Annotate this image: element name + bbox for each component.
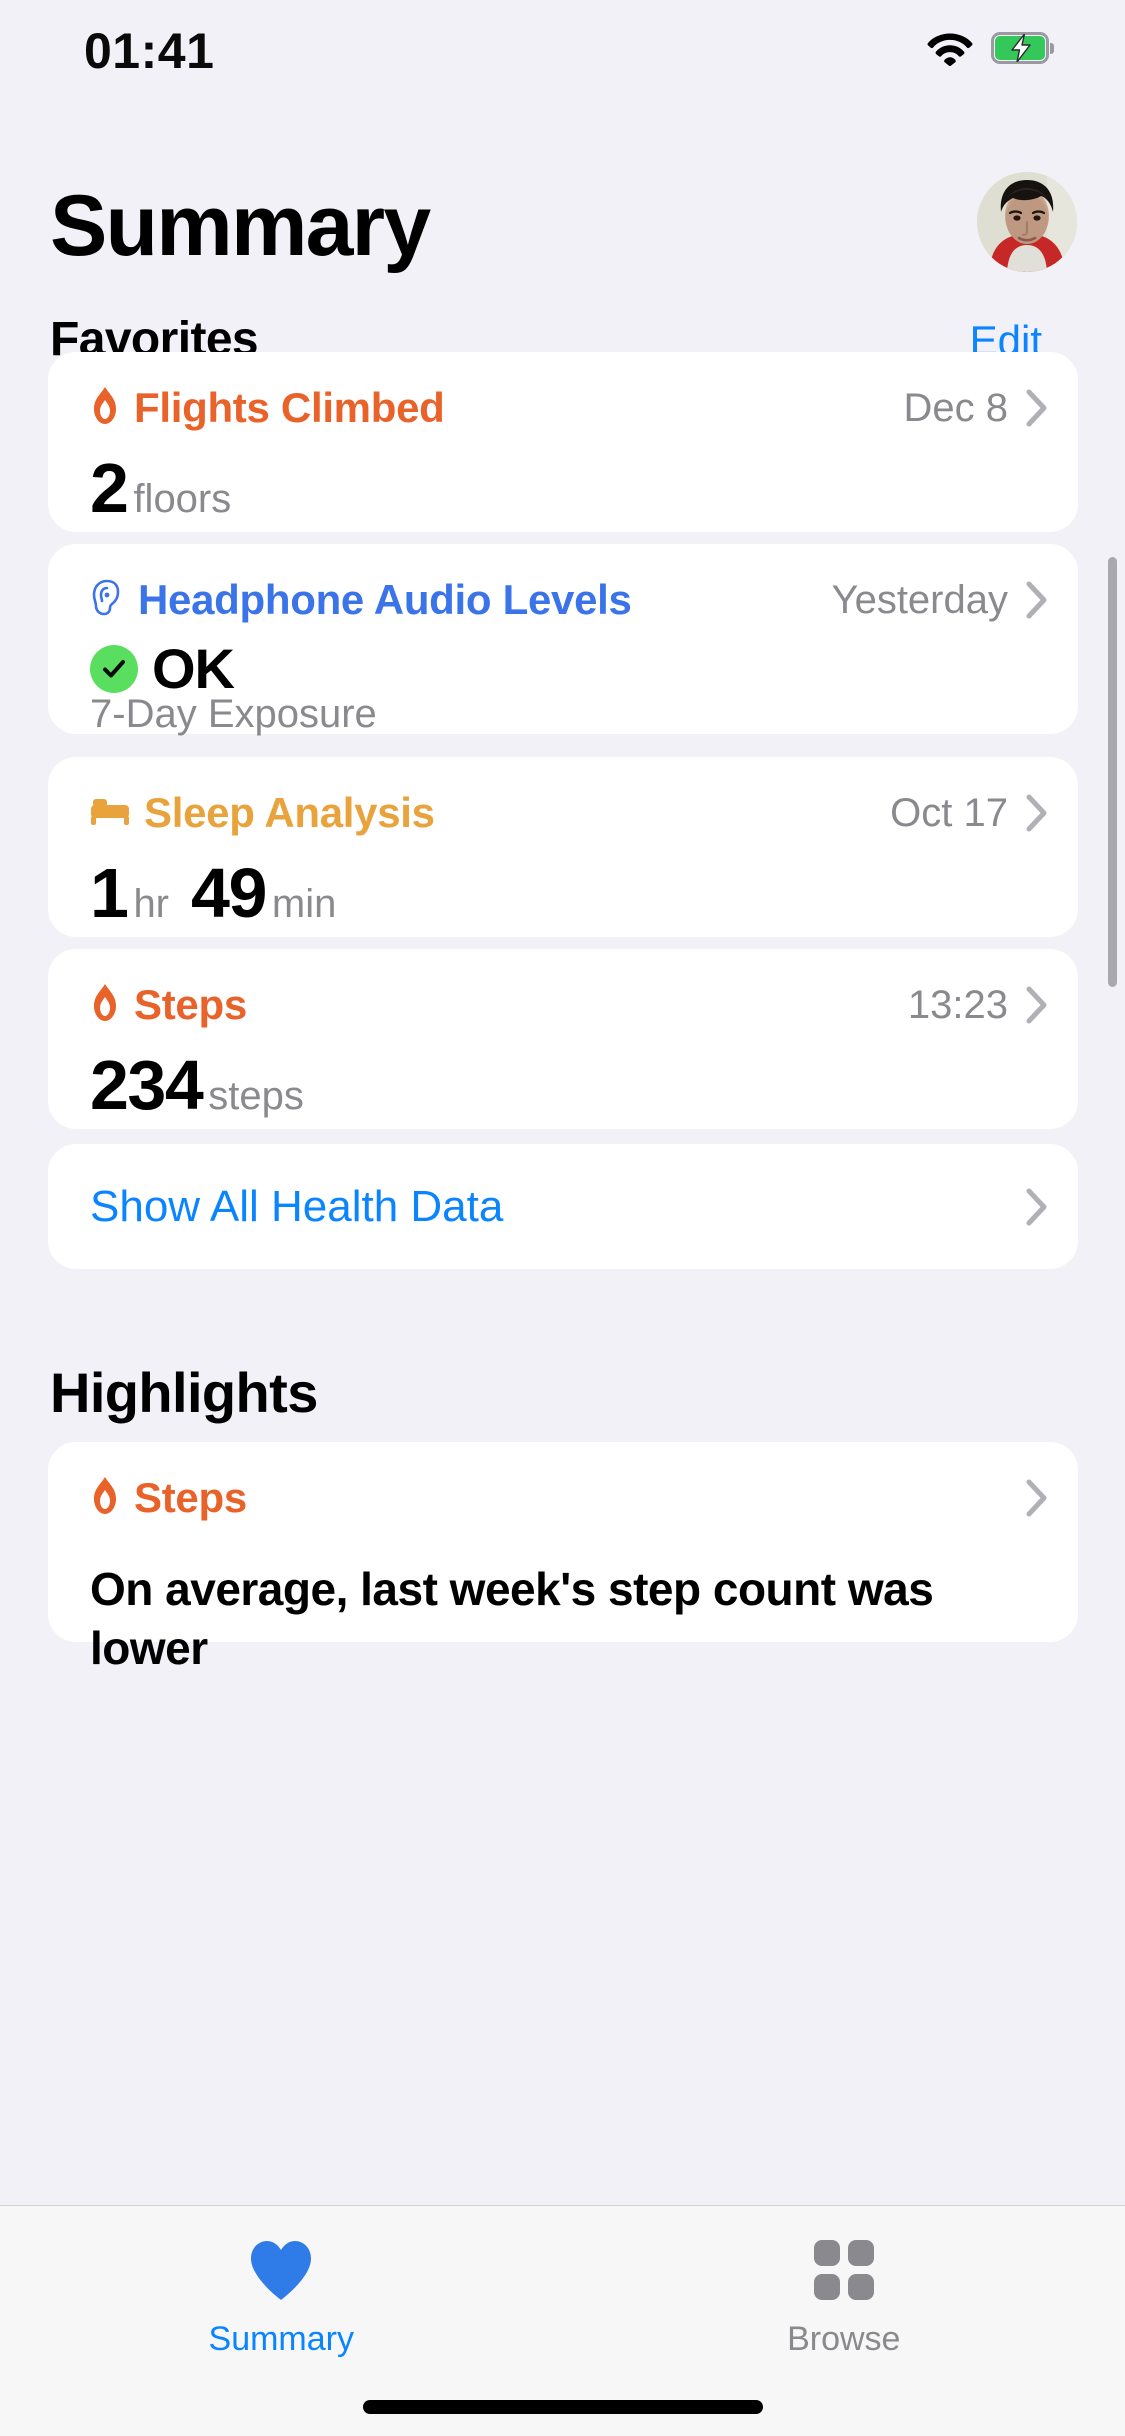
checkmark-circle-icon: [90, 644, 138, 693]
highlight-card-steps[interactable]: Steps On average, last week's step count…: [48, 1442, 1078, 1674]
battery-charging-icon: [991, 32, 1054, 64]
metric-unit-minutes: min: [271, 882, 337, 926]
wifi-icon: [927, 30, 973, 66]
highlights-section-header: Highlights: [50, 1360, 1075, 1425]
card-title: Headphone Audio Levels: [138, 576, 632, 623]
tab-bar: Summary Browse: [0, 2205, 1125, 2436]
card-meta: 13:23: [908, 983, 1048, 1028]
tab-browse[interactable]: Browse: [563, 2234, 1125, 2359]
profile-avatar[interactable]: [977, 172, 1077, 272]
metric-value-minutes: 49: [191, 854, 267, 932]
card-meta: Dec 8: [904, 386, 1049, 431]
chevron-right-icon: [1026, 986, 1047, 1024]
chevron-right-icon: [1026, 1188, 1047, 1225]
card-header: Steps: [90, 1474, 1048, 1522]
metric-unit: steps: [208, 1074, 304, 1118]
flame-icon: [90, 1476, 120, 1521]
headphone-subtitle: 7-Day Exposure: [90, 692, 377, 736]
favorite-card-steps[interactable]: Steps 13:23 234 steps: [48, 949, 1078, 1129]
card-metric: 1 hr 49 min: [90, 853, 336, 933]
card-metric: 2 floors: [90, 448, 231, 528]
card-title-group: Sleep Analysis: [90, 789, 435, 837]
card-title: Steps: [134, 981, 247, 1028]
flame-icon: [90, 386, 120, 431]
card-title: Sleep Analysis: [144, 789, 435, 836]
page-title: Summary: [50, 178, 431, 274]
favorite-card-flights-climbed[interactable]: Flights Climbed Dec 8 2 floors: [48, 352, 1078, 532]
link-row: Show All Health Data: [90, 1182, 1048, 1232]
card-header: Sleep Analysis Oct 17: [90, 789, 1048, 837]
card-date: 13:23: [907, 982, 1008, 1027]
metric-unit-hours: hr: [133, 882, 170, 926]
card-title-group: Steps: [90, 981, 247, 1029]
favorite-card-headphone-audio-levels[interactable]: Headphone Audio Levels Yesterday OK 7-Da…: [48, 544, 1078, 736]
show-all-health-data-label: Show All Health Data: [90, 1181, 504, 1231]
chevron-right-icon: [1026, 389, 1047, 427]
status-bar: 01:41: [0, 0, 1125, 132]
status-bar-clock: 01:41: [84, 23, 215, 79]
ear-icon: [90, 578, 124, 623]
card-date: Dec 8: [903, 385, 1009, 430]
card-meta: Oct 17: [890, 791, 1048, 836]
metric-value: 234: [90, 1046, 204, 1124]
chevron-right-icon: [1026, 794, 1047, 832]
favorite-card-sleep-analysis[interactable]: Sleep Analysis Oct 17 1 hr 49 min: [48, 757, 1078, 937]
card-title-group: Flights Climbed: [90, 384, 445, 432]
status-bar-indicators: [927, 30, 1054, 66]
vertical-scrollbar[interactable]: [1108, 557, 1117, 987]
metric-value-hours: 1: [90, 854, 129, 932]
card-title: Flights Climbed: [134, 384, 445, 431]
card-header: Headphone Audio Levels Yesterday: [90, 576, 1048, 624]
show-all-health-data-row[interactable]: Show All Health Data: [48, 1144, 1078, 1269]
chevron-right-icon: [1026, 581, 1047, 619]
chevron-right-icon: [1026, 1479, 1047, 1517]
highlights-heading: Highlights: [50, 1361, 318, 1424]
metric-value: 2: [90, 449, 129, 527]
tab-summary[interactable]: Summary: [0, 2234, 563, 2359]
card-title-group: Headphone Audio Levels: [90, 576, 632, 624]
heart-icon: [247, 2234, 315, 2306]
card-header: Flights Climbed Dec 8: [90, 384, 1048, 432]
card-metric: 234 steps: [90, 1045, 304, 1125]
bed-icon: [90, 795, 130, 832]
tab-summary-label: Summary: [208, 2320, 354, 2358]
flame-icon: [90, 983, 120, 1028]
card-meta: Yesterday: [832, 578, 1048, 623]
card-title: Steps: [134, 1474, 247, 1521]
highlight-body-text: On average, last week's step count was l…: [90, 1563, 934, 1674]
card-date: Yesterday: [831, 577, 1008, 622]
card-date: Oct 17: [890, 790, 1008, 835]
tab-browse-label: Browse: [787, 2320, 901, 2358]
home-indicator[interactable]: [362, 2400, 763, 2414]
scroll-content[interactable]: Summary Favorites Edit Flights Climbed D…: [0, 132, 1125, 2205]
phone-screen: 01:41 Summary Favorites Edit Flights Cli…: [0, 0, 1125, 2436]
card-meta: [1026, 1479, 1048, 1517]
metric-unit: floors: [133, 477, 232, 521]
grid-icon: [812, 2234, 876, 2306]
card-title-group: Steps: [90, 1474, 247, 1522]
card-header: Steps 13:23: [90, 981, 1048, 1029]
